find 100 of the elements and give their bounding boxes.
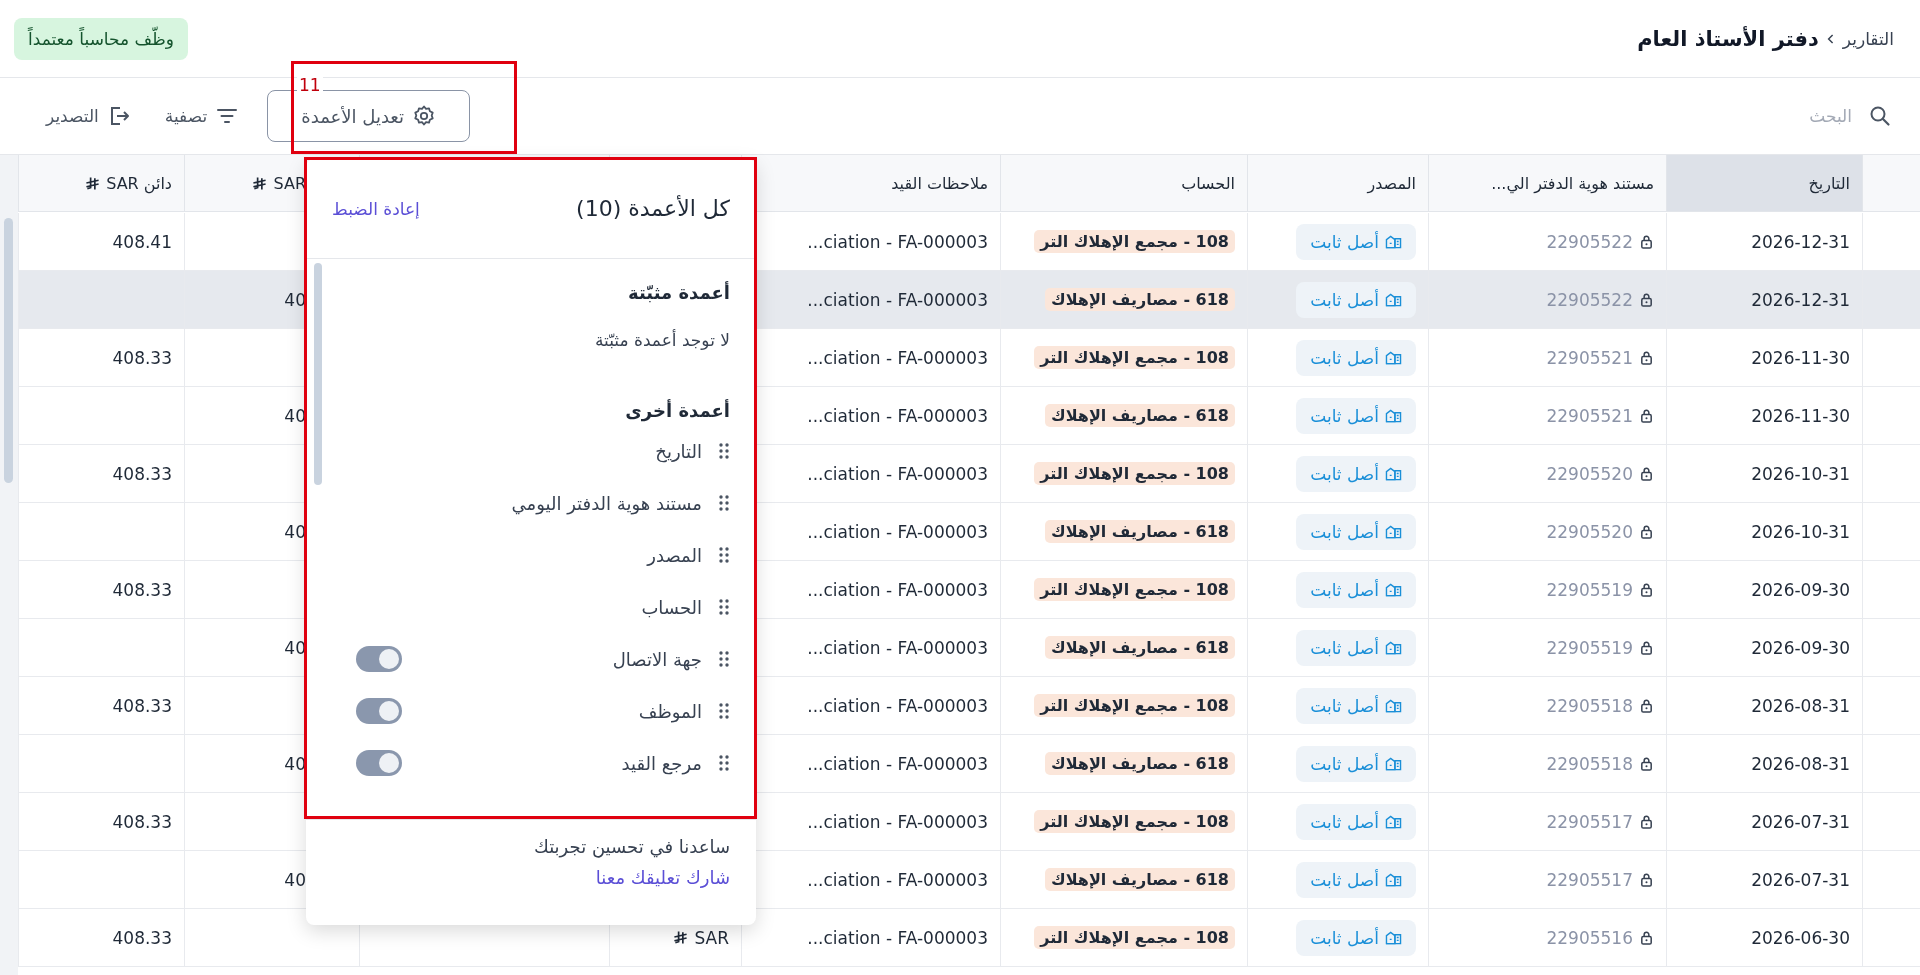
note-text: ...ciation - FA-000003 [807,927,988,948]
date-text: 2026-07-31 [1751,869,1850,890]
document-id[interactable]: 22905517 [1546,811,1633,832]
reset-link[interactable]: إعادة الضبط [332,198,420,219]
lock-icon [1639,872,1654,887]
document-id[interactable]: 22905522 [1546,289,1633,310]
document-id[interactable]: 22905517 [1546,869,1633,890]
building-icon [1385,234,1402,249]
note-text: ...ciation - FA-000003 [807,289,988,310]
document-id[interactable]: 22905518 [1546,695,1633,716]
account-tag: 618 - مصاريف الإهلاك [1045,868,1235,891]
date-text: 2026-09-30 [1751,637,1850,658]
source-tag[interactable]: أصل ثابت [1296,803,1416,840]
toggle-switch[interactable] [356,646,402,672]
date-text: 2026-11-30 [1751,405,1850,426]
breadcrumb-link[interactable]: التقارير [1842,28,1894,49]
section-title: أعمدة مثبّتة [627,280,730,305]
document-id[interactable]: 22905521 [1546,347,1633,368]
account-tag: 108 - مجمع الإهلاك التر [1034,230,1235,253]
drag-handle-icon [718,494,730,512]
date-text: 2026-06-30 [1751,927,1850,948]
note-text: ...ciation - FA-000003 [807,579,988,600]
column-option[interactable]: الحساب [641,596,702,618]
export-button[interactable]: التصدير [40,96,137,136]
feedback-prompt: ساعدنا في تحسين تجربتك [533,836,730,857]
column-option[interactable]: مستند هوية الدفتر اليومي [511,492,702,514]
document-id[interactable]: 22905519 [1546,637,1633,658]
building-icon [1385,930,1402,945]
column-option[interactable]: مرجع القيد [621,752,702,774]
date-text: 2026-09-30 [1751,579,1850,600]
annotation-label: 11 [297,76,323,94]
drag-handle-icon [718,546,730,564]
document-id[interactable]: 22905521 [1546,405,1633,426]
document-id[interactable]: 22905518 [1546,753,1633,774]
source-tag[interactable]: أصل ثابت [1296,455,1416,492]
currency-icon [673,930,689,945]
chevron-icon [1826,32,1835,45]
source-tag[interactable]: أصل ثابت [1296,281,1416,318]
building-icon [1385,814,1402,829]
search-icon [1868,104,1892,128]
document-id[interactable]: 22905522 [1546,231,1633,252]
drag-handle-icon [718,754,730,772]
column-header[interactable]: التاريخ [1666,155,1862,212]
note-text: ...ciation - FA-000003 [807,695,988,716]
empty-message: لا توجد أعمدة مثبّتة [594,328,730,352]
source-tag[interactable]: أصل ثابت [1296,571,1416,608]
scrollbar-thumb[interactable] [4,218,13,483]
column-option[interactable]: التاريخ [655,440,702,462]
column-header[interactable]: المصدر [1247,155,1428,212]
feedback-link[interactable]: شارك تعليقك معنا [332,867,730,888]
source-tag[interactable]: أصل ثابت [1296,745,1416,782]
source-tag[interactable]: أصل ثابت [1296,861,1416,898]
date-text: 2026-10-31 [1751,521,1850,542]
column-option[interactable]: جهة الاتصال [612,648,702,670]
building-icon [1385,872,1402,887]
search-field[interactable]: البحث [1650,105,1854,127]
debit-amount: 40 [284,869,306,890]
settings-icon [412,104,437,128]
date-text: 2026-08-31 [1751,695,1850,716]
lock-icon [1639,698,1654,713]
source-tag[interactable]: أصل ثابت [1296,513,1416,550]
lock-icon [1639,524,1654,539]
building-icon [1385,524,1402,539]
source-tag[interactable]: أصل ثابت [1296,223,1416,260]
drag-handle-icon [718,442,730,460]
lock-icon [1639,640,1654,655]
credit-amount: 408.41 [112,231,172,252]
currency-icon [85,175,101,191]
column-option[interactable]: الموظف [638,700,702,722]
building-icon [1385,698,1402,713]
column-header[interactable]: ملاحظات القيد [741,155,1000,212]
drag-handle-icon [718,598,730,616]
scrollbar-thumb[interactable] [314,263,322,485]
document-id[interactable]: 22905519 [1546,579,1633,600]
source-tag[interactable]: أصل ثابت [1296,629,1416,666]
account-tag: 618 - مصاريف الإهلاك [1045,520,1235,543]
building-icon [1385,408,1402,423]
column-option[interactable]: المصدر [647,544,702,566]
promo-badge[interactable]: وظّف محاسباً معتمداً [14,17,188,60]
account-tag: 108 - مجمع الإهلاك التر [1034,578,1235,601]
credit-amount: 408.33 [112,695,172,716]
credit-amount: 408.33 [112,927,172,948]
column-header[interactable]: دائن SAR [106,173,172,193]
building-icon [1385,350,1402,365]
filter-button[interactable]: تصفية [158,96,246,136]
document-id[interactable]: 22905520 [1546,521,1633,542]
source-tag[interactable]: أصل ثابت [1296,687,1416,724]
document-id[interactable]: 22905520 [1546,463,1633,484]
column-header[interactable]: SAR [273,173,306,193]
lock-icon [1639,408,1654,423]
date-text: 2026-07-31 [1751,811,1850,832]
source-tag[interactable]: أصل ثابت [1296,919,1416,956]
document-id[interactable]: 22905516 [1546,927,1633,948]
toggle-switch[interactable] [356,750,402,776]
account-tag: 618 - مصاريف الإهلاك [1045,752,1235,775]
source-tag[interactable]: أصل ثابت [1296,397,1416,434]
column-header[interactable]: الحساب [1000,155,1247,212]
toggle-switch[interactable] [356,698,402,724]
column-header[interactable]: مستند هوية الدفتر الي... [1428,155,1666,212]
source-tag[interactable]: أصل ثابت [1296,339,1416,376]
